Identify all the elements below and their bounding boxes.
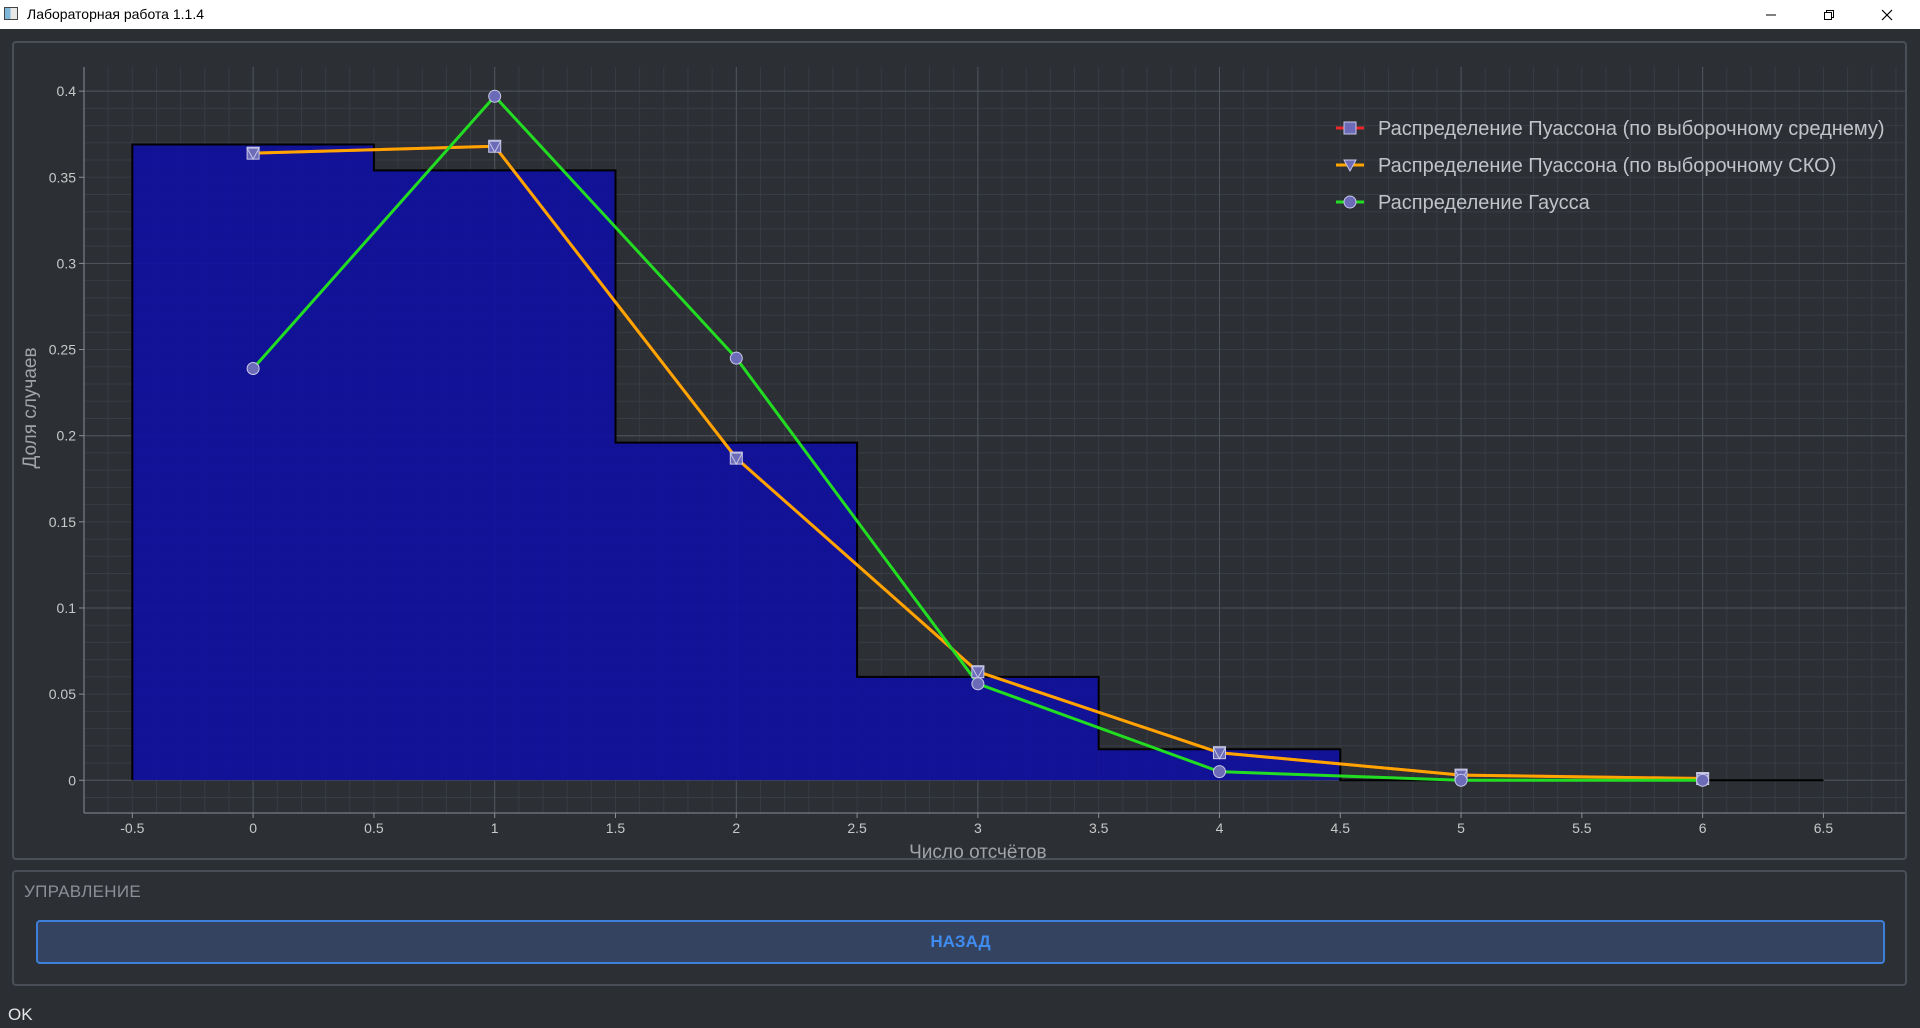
x-axis-label: Число отсчётов xyxy=(909,842,1046,858)
control-group: УПРАВЛЕНИЕ НАЗАД xyxy=(12,870,1907,986)
minimize-button[interactable] xyxy=(1748,0,1794,29)
window-title: Лабораторная работа 1.1.4 xyxy=(27,6,204,22)
y-tick-label: 0.2 xyxy=(57,428,77,444)
x-tick-label: 0.5 xyxy=(364,820,384,836)
y-axis-label: Доля случаев xyxy=(20,347,41,468)
gauss-point xyxy=(246,362,260,376)
y-tick-label: 0 xyxy=(68,772,76,788)
x-tick-label: 3 xyxy=(974,820,982,836)
x-tick-label: -0.5 xyxy=(120,820,144,836)
x-tick-label: 6.5 xyxy=(1814,820,1834,836)
y-tick-label: 0.35 xyxy=(49,169,76,185)
restore-button[interactable] xyxy=(1806,0,1852,29)
status-text: OK xyxy=(8,1005,33,1024)
minimize-icon xyxy=(1766,14,1776,15)
gauss-point xyxy=(1212,765,1226,779)
x-tick-label: 4.5 xyxy=(1331,820,1351,836)
y-tick-label: 0.15 xyxy=(49,514,76,530)
x-tick-label: 5 xyxy=(1457,820,1465,836)
app-window-icon xyxy=(4,7,18,20)
x-tick-label: 2 xyxy=(732,820,740,836)
x-tick-label: 1 xyxy=(491,820,499,836)
legend-label: Распределение Пуассона (по выборочному с… xyxy=(1378,118,1885,140)
status-bar: OK xyxy=(0,1000,1920,1028)
y-tick-label: 0.3 xyxy=(57,255,77,271)
x-tick-label: 6 xyxy=(1699,820,1707,836)
gauss-point xyxy=(729,351,743,365)
legend-marker xyxy=(1343,195,1357,209)
gauss-point xyxy=(1696,773,1710,787)
close-button[interactable] xyxy=(1864,0,1910,29)
title-bar: Лабораторная работа 1.1.4 xyxy=(0,0,1920,29)
x-tick-label: 0 xyxy=(249,820,257,836)
x-tick-label: 2.5 xyxy=(847,820,867,836)
gauss-point xyxy=(971,677,985,691)
histogram-bar xyxy=(615,442,858,781)
legend-label: Распределение Гаусса xyxy=(1378,192,1591,214)
close-icon xyxy=(1881,9,1893,20)
x-tick-label: 3.5 xyxy=(1089,820,1109,836)
back-button[interactable]: НАЗАД xyxy=(36,920,1885,964)
x-tick-label: 1.5 xyxy=(606,820,626,836)
distribution-chart[interactable]: -0.5 0 0.5 1 1.5 2 2.5 3 3.5 4 4.5 5 5.5 6 6.5 0 0.05 0.1… xyxy=(14,43,1905,858)
histogram-bar xyxy=(373,170,616,781)
y-tick-label: 0.4 xyxy=(57,83,77,99)
x-tick-label: 4 xyxy=(1216,820,1224,836)
restore-icon xyxy=(1824,9,1834,20)
gauss-point xyxy=(1454,773,1468,787)
plot-panel: -0.5 0 0.5 1 1.5 2 2.5 3 3.5 4 4.5 5 5.5 6 6.5 0 0.05 0.1… xyxy=(12,41,1907,860)
y-tick-label: 0.05 xyxy=(49,686,76,702)
histogram-bar xyxy=(132,144,374,781)
legend-label: Распределение Пуассона (по выборочному С… xyxy=(1378,155,1836,177)
legend-marker xyxy=(1343,121,1357,135)
histogram-bar xyxy=(857,676,1099,781)
control-group-title: УПРАВЛЕНИЕ xyxy=(24,882,142,901)
x-tick-label: 5.5 xyxy=(1572,820,1592,836)
gauss-point xyxy=(488,89,502,103)
y-tick-label: 0.25 xyxy=(49,342,76,358)
y-tick-label: 0.1 xyxy=(57,600,77,616)
